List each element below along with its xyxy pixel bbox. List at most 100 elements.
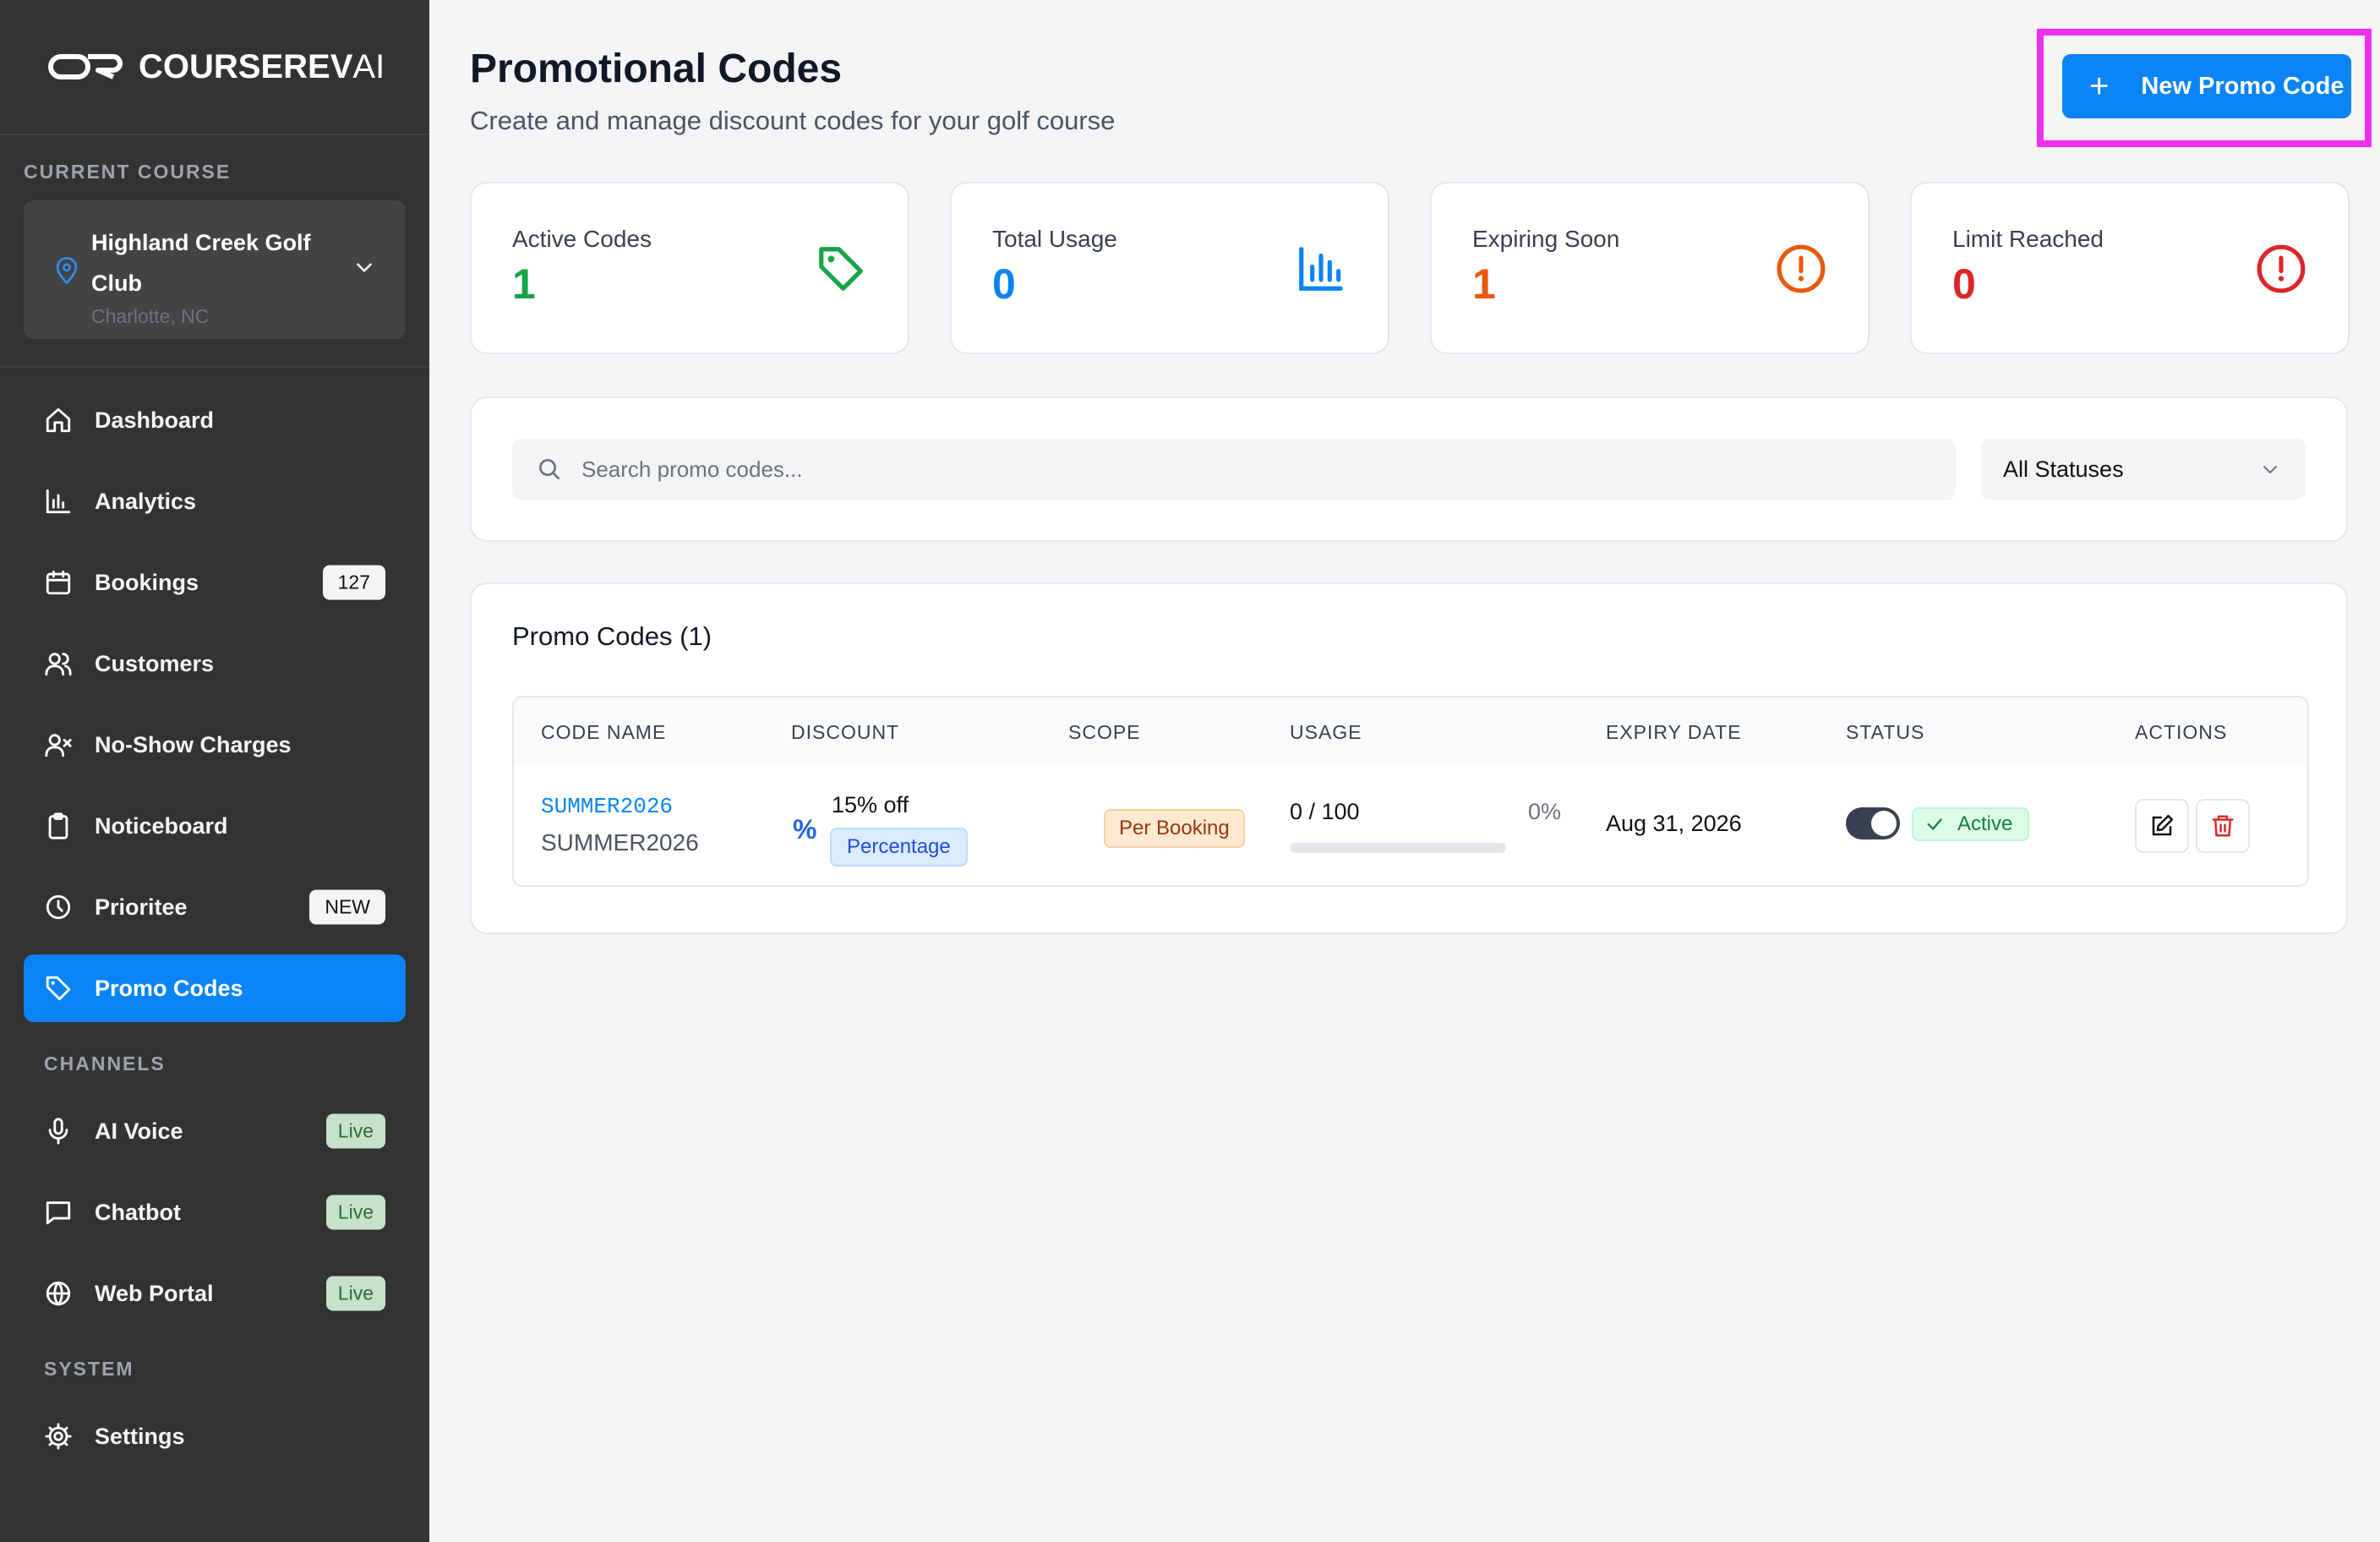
expiry-date: Aug 31, 2026 <box>1606 811 1742 836</box>
edit-button[interactable] <box>2135 799 2189 853</box>
home-icon <box>46 407 71 433</box>
sidebar-item-chatbot[interactable]: Chatbot Live <box>24 1178 406 1246</box>
tag-icon <box>46 976 71 1001</box>
sidebar-item-label: AI Voice <box>95 1118 183 1144</box>
table-row: SUMMER2026 SUMMER2026 % 15% off Percenta… <box>514 765 2307 885</box>
current-course-section: CURRENT COURSE Highland Creek Golf Club … <box>0 135 429 368</box>
clock-icon <box>46 894 71 920</box>
sidebar-item-settings[interactable]: Settings <box>24 1403 406 1470</box>
discount-type-badge: Percentage <box>830 828 968 867</box>
column-header: USAGE <box>1290 721 1362 743</box>
plus-icon: + <box>2089 68 2110 105</box>
users-icon <box>45 653 72 676</box>
logo-icon <box>48 54 123 79</box>
main-content: Promotional Codes Create and manage disc… <box>429 0 2380 1542</box>
course-location: Charlotte, NC <box>91 305 210 327</box>
edit-icon <box>2152 814 2174 836</box>
percent-icon: % <box>793 814 817 845</box>
check-icon <box>1927 818 1942 830</box>
live-badge: Live <box>325 1113 385 1149</box>
promo-codes-card: Promo Codes (1) CODE NAME DISCOUNT SCOPE… <box>470 582 2348 934</box>
filter-card: All Statuses <box>470 396 2348 542</box>
sidebar-item-label: Chatbot <box>95 1199 181 1225</box>
sidebar-item-dashboard[interactable]: Dashboard <box>24 386 406 454</box>
column-header: CODE NAME <box>541 721 667 743</box>
stat-card-total-usage: Total Usage 0 <box>950 182 1389 354</box>
bookings-count-badge: 127 <box>322 565 385 600</box>
calendar-icon <box>46 570 71 595</box>
sidebar-item-no-show-charges[interactable]: No-Show Charges <box>24 711 406 779</box>
sidebar-item-label: No-Show Charges <box>95 731 292 757</box>
current-course-label: CURRENT COURSE <box>24 161 232 183</box>
column-header: STATUS <box>1846 721 1925 743</box>
chevron-down-icon <box>2263 466 2277 473</box>
course-name: Highland Creek Golf Club <box>91 230 311 296</box>
sidebar: COURSEREVAI CURRENT COURSE Highland Cree… <box>0 0 429 1542</box>
new-badge: NEW <box>309 889 385 925</box>
chevron-down-icon <box>357 263 372 272</box>
column-header: SCOPE <box>1068 721 1141 743</box>
alert-circle-icon <box>1777 244 1826 293</box>
sidebar-item-promo-codes[interactable]: Promo Codes <box>24 954 406 1022</box>
table-header: CODE NAME DISCOUNT SCOPE USAGE EXPIRY DA… <box>514 697 2307 765</box>
status-filter-select[interactable]: All Statuses <box>1981 439 2306 500</box>
sidebar-item-analytics[interactable]: Analytics <box>24 468 406 535</box>
sidebar-item-label: Customers <box>95 650 215 676</box>
search-box <box>512 439 1956 500</box>
status-badge: Active <box>1912 807 2030 841</box>
brand-name: COURSEREVAI <box>139 47 385 85</box>
status-toggle[interactable] <box>1846 807 1900 839</box>
sidebar-item-label: Web Portal <box>95 1280 214 1306</box>
globe-icon <box>46 1281 71 1306</box>
live-badge: Live <box>325 1195 385 1230</box>
promo-codes-title: Promo Codes (1) <box>512 621 712 651</box>
alert-circle-icon <box>2257 244 2306 293</box>
sidebar-item-bookings[interactable]: Bookings 127 <box>24 549 406 616</box>
sidebar-item-web-portal[interactable]: Web Portal Live <box>24 1260 406 1327</box>
toggle-knob <box>1871 811 1897 836</box>
sidebar-item-label: Noticeboard <box>95 812 228 839</box>
map-pin-icon <box>56 257 78 285</box>
stats-row: Active Codes 1 Total Usage 0 Expiring So… <box>470 182 2350 354</box>
stat-card-expiring-soon: Expiring Soon 1 <box>1430 182 1870 354</box>
clipboard-icon <box>48 812 68 839</box>
course-selector[interactable]: Highland Creek Golf Club Charlotte, NC <box>24 200 406 339</box>
bar-chart-icon <box>46 489 71 514</box>
usage-percent: 0% <box>1528 799 1562 824</box>
mic-icon <box>48 1118 68 1145</box>
sidebar-item-label: Prioritee <box>95 894 188 920</box>
brand-logo[interactable]: COURSEREVAI <box>0 0 429 135</box>
sidebar-item-label: Analytics <box>95 488 197 514</box>
channels-label: CHANNELS <box>44 1053 166 1074</box>
new-promo-code-label: New Promo Code <box>2141 72 2345 100</box>
status-filter-value: All Statuses <box>2003 456 2124 482</box>
sidebar-item-label: Dashboard <box>95 407 215 433</box>
new-promo-code-button[interactable]: + New Promo Code <box>2062 54 2351 118</box>
sidebar-item-customers[interactable]: Customers <box>24 630 406 697</box>
usage-progress-bar <box>1290 843 1506 853</box>
sidebar-item-noticeboard[interactable]: Noticeboard <box>24 792 406 860</box>
live-badge: Live <box>325 1276 385 1311</box>
column-header: EXPIRY DATE <box>1606 721 1742 743</box>
column-header: ACTIONS <box>2135 721 2228 743</box>
discount-value: 15% off <box>832 792 909 817</box>
status-label: Active <box>1957 812 2013 835</box>
stat-card-active-codes: Active Codes 1 <box>470 182 909 354</box>
delete-button[interactable] <box>2196 799 2250 853</box>
sidebar-item-prioritee[interactable]: Prioritee NEW <box>24 873 406 941</box>
promo-code-name: SUMMER2026 <box>541 829 699 856</box>
sidebar-item-ai-voice[interactable]: AI Voice Live <box>24 1097 406 1165</box>
trash-icon <box>2212 815 2234 837</box>
message-icon <box>46 1201 71 1225</box>
tag-icon <box>819 247 863 291</box>
stat-card-limit-reached: Limit Reached 0 <box>1910 182 2350 354</box>
promo-code-link[interactable]: SUMMER2026 <box>541 794 673 819</box>
bar-chart-icon <box>1299 247 1343 291</box>
scope-badge: Per Booking <box>1104 809 1245 848</box>
sidebar-nav: Dashboard Analytics Bookings 127 Custome… <box>0 368 429 1470</box>
column-header: DISCOUNT <box>791 721 900 743</box>
search-icon <box>539 459 560 479</box>
search-input[interactable] <box>581 456 1934 483</box>
promo-codes-table: CODE NAME DISCOUNT SCOPE USAGE EXPIRY DA… <box>512 696 2309 887</box>
new-promo-highlight: + New Promo Code <box>2037 29 2372 147</box>
